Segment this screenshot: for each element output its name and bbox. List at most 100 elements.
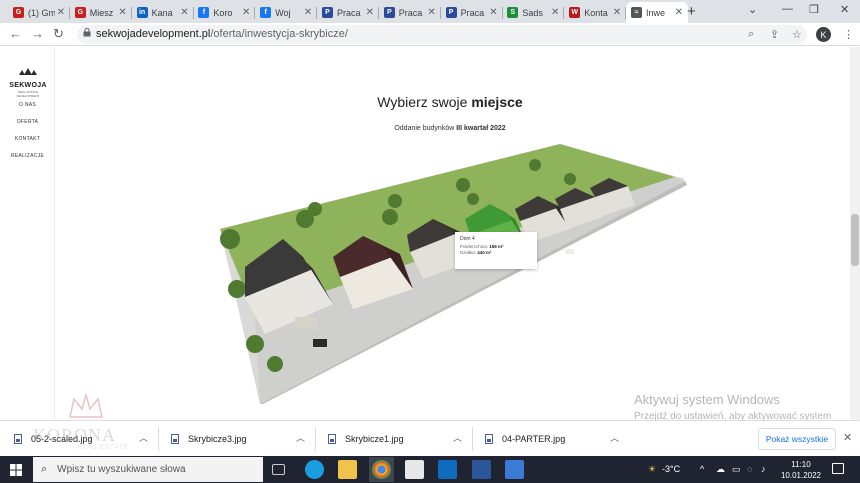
mail-icon[interactable] — [438, 460, 457, 479]
tab-6[interactable]: P Praca ✕ — [317, 2, 379, 23]
download-filename: Skrybicze3.jpg — [188, 434, 247, 444]
tab-10[interactable]: W Konta ✕ — [564, 2, 627, 23]
tab-7[interactable]: P Praca ✕ — [379, 2, 441, 23]
clock-date: 10.01.2022 — [780, 471, 822, 480]
subtitle-prefix: Oddanie budynków — [394, 125, 457, 132]
scrollbar[interactable] — [850, 47, 860, 420]
car — [565, 249, 574, 254]
onedrive-icon[interactable]: ☁ — [716, 464, 725, 475]
chevron-up-icon[interactable]: ^ — [700, 464, 704, 474]
nav-o-nas[interactable]: O NAS — [0, 102, 55, 108]
download-filename: Skrybicze1.jpg — [345, 434, 404, 444]
edge-icon[interactable] — [305, 460, 324, 479]
show-all-downloads-button[interactable]: Pokaż wszystkie — [758, 428, 836, 450]
task-view-icon[interactable] — [272, 464, 285, 475]
close-tab-icon[interactable]: ✕ — [551, 7, 559, 18]
network-icon[interactable]: ◌ — [747, 464, 752, 474]
volume-icon[interactable]: ♪ — [761, 464, 766, 474]
photos-icon[interactable] — [505, 460, 524, 479]
chevron-up-icon[interactable]: ︿ — [610, 431, 619, 444]
tab-strip: G (1) Gm ✕ G Miesz ✕ in Kana ✕ f Koro ✕ f Woj ✕ P Praca ✕… — [0, 0, 860, 23]
close-tab-icon[interactable]: ✕ — [304, 7, 312, 18]
sadsmart-icon: S — [507, 7, 519, 18]
tab-3[interactable]: in Kana ✕ — [132, 2, 194, 23]
chevron-up-icon[interactable]: ︿ — [453, 431, 462, 444]
back-button[interactable]: ← — [9, 26, 22, 41]
close-tab-icon[interactable]: ✕ — [675, 7, 683, 18]
reload-button[interactable]: ↻ — [53, 26, 64, 42]
divider — [472, 427, 473, 451]
tab-9[interactable]: S Sads ✕ — [502, 2, 565, 23]
nav-realizacje[interactable]: REALIZACJE — [0, 153, 55, 159]
plot-label: Działka: — [460, 250, 477, 255]
nav-kontakt[interactable]: KONTAKT — [0, 136, 55, 142]
gmail-icon: G — [13, 7, 24, 18]
close-tab-icon[interactable]: ✕ — [242, 7, 250, 18]
subtitle-bold: III kwartał 2022 — [456, 125, 506, 132]
file-icon — [328, 434, 336, 444]
otodom-icon: G — [74, 7, 86, 18]
close-tab-icon[interactable]: ✕ — [57, 7, 65, 18]
zoom-search-icon[interactable]: ⌕ — [748, 28, 754, 41]
clock[interactable]: 11:10 10.01.2022 — [775, 459, 827, 481]
tab-11[interactable]: ≈ Inwe ✕ — [626, 2, 688, 23]
tab-title: Miesz — [89, 7, 114, 18]
close-tab-icon[interactable]: ✕ — [613, 7, 621, 18]
tab-1[interactable]: G (1) Gm ✕ — [8, 2, 70, 23]
tab-title: Sads — [522, 7, 543, 18]
minimize-button[interactable]: — — [782, 3, 793, 15]
tab-title: Praca — [337, 7, 361, 18]
chevron-down-icon[interactable]: ⌄ — [748, 3, 757, 16]
tab-2[interactable]: G Miesz ✕ — [70, 2, 132, 23]
close-tab-icon[interactable]: ✕ — [489, 7, 497, 18]
notifications-icon[interactable] — [832, 463, 844, 474]
scrollbar-thumb[interactable] — [851, 214, 859, 266]
download-item[interactable]: 04-PARTER.jpg ︿ — [485, 429, 625, 449]
temperature[interactable]: -3°C — [662, 464, 680, 474]
url-text[interactable]: sekwojadevelopment.pl/oferta/inwestycja-… — [96, 28, 348, 40]
profile-avatar[interactable]: K — [816, 27, 831, 42]
battery-icon[interactable]: ▭ — [732, 464, 741, 475]
new-tab-button[interactable]: + — [687, 3, 696, 20]
word-icon[interactable] — [472, 460, 491, 479]
site-logo[interactable]: SEKWOJA REAL ESTATE DEVELOPMENT — [9, 64, 47, 98]
store-icon[interactable] — [405, 460, 424, 479]
chevron-up-icon[interactable]: ︿ — [296, 431, 305, 444]
lock-icon[interactable] — [83, 28, 91, 37]
pracuj-icon: P — [445, 7, 457, 18]
maximize-button[interactable]: ❐ — [809, 3, 819, 16]
facebook-icon: f — [260, 7, 272, 18]
bank-icon: W — [569, 7, 581, 18]
taskbar-search[interactable]: ⌕ Wpisz tu wyszukiwane słowa — [33, 457, 263, 482]
bookmark-star-icon[interactable]: ☆ — [792, 28, 802, 41]
download-item[interactable]: Skrybicze1.jpg ︿ — [328, 429, 468, 449]
share-icon[interactable]: ⇪ — [770, 28, 779, 41]
nav-oferta[interactable]: OFERTA — [0, 119, 55, 125]
chrome-icon[interactable] — [372, 460, 391, 479]
close-tab-icon[interactable]: ✕ — [366, 7, 374, 18]
close-tab-icon[interactable]: ✕ — [180, 7, 188, 18]
tab-4[interactable]: f Koro ✕ — [193, 2, 256, 23]
weather-icon[interactable]: ☀ — [648, 464, 656, 475]
tooltip-plot: Działka: 440 m² — [460, 250, 532, 255]
search-placeholder: Wpisz tu wyszukiwane słowa — [57, 464, 186, 475]
close-shelf-icon[interactable]: ✕ — [843, 431, 852, 444]
file-explorer-icon[interactable] — [338, 460, 357, 479]
divider — [315, 427, 316, 451]
close-tab-icon[interactable]: ✕ — [118, 7, 126, 18]
menu-kebab-icon[interactable]: ⋮ — [843, 28, 854, 41]
estate-render[interactable] — [215, 139, 690, 404]
tab-5[interactable]: f Woj ✕ — [255, 2, 318, 23]
site-sidebar: SEKWOJA REAL ESTATE DEVELOPMENT O NAS OF… — [0, 47, 55, 420]
forward-button[interactable]: → — [31, 26, 44, 41]
close-window-button[interactable]: ✕ — [840, 3, 849, 16]
logo-subtitle: REAL ESTATE DEVELOPMENT — [16, 90, 40, 98]
pracuj-icon: P — [383, 7, 395, 18]
tab-title: Konta — [584, 7, 608, 18]
file-icon — [485, 434, 493, 444]
windows-start-icon[interactable] — [10, 464, 22, 476]
linkedin-icon: in — [136, 7, 148, 18]
tab-8[interactable]: P Praca ✕ — [441, 2, 503, 23]
download-item[interactable]: Skrybicze3.jpg ︿ — [171, 429, 311, 449]
close-tab-icon[interactable]: ✕ — [427, 7, 435, 18]
